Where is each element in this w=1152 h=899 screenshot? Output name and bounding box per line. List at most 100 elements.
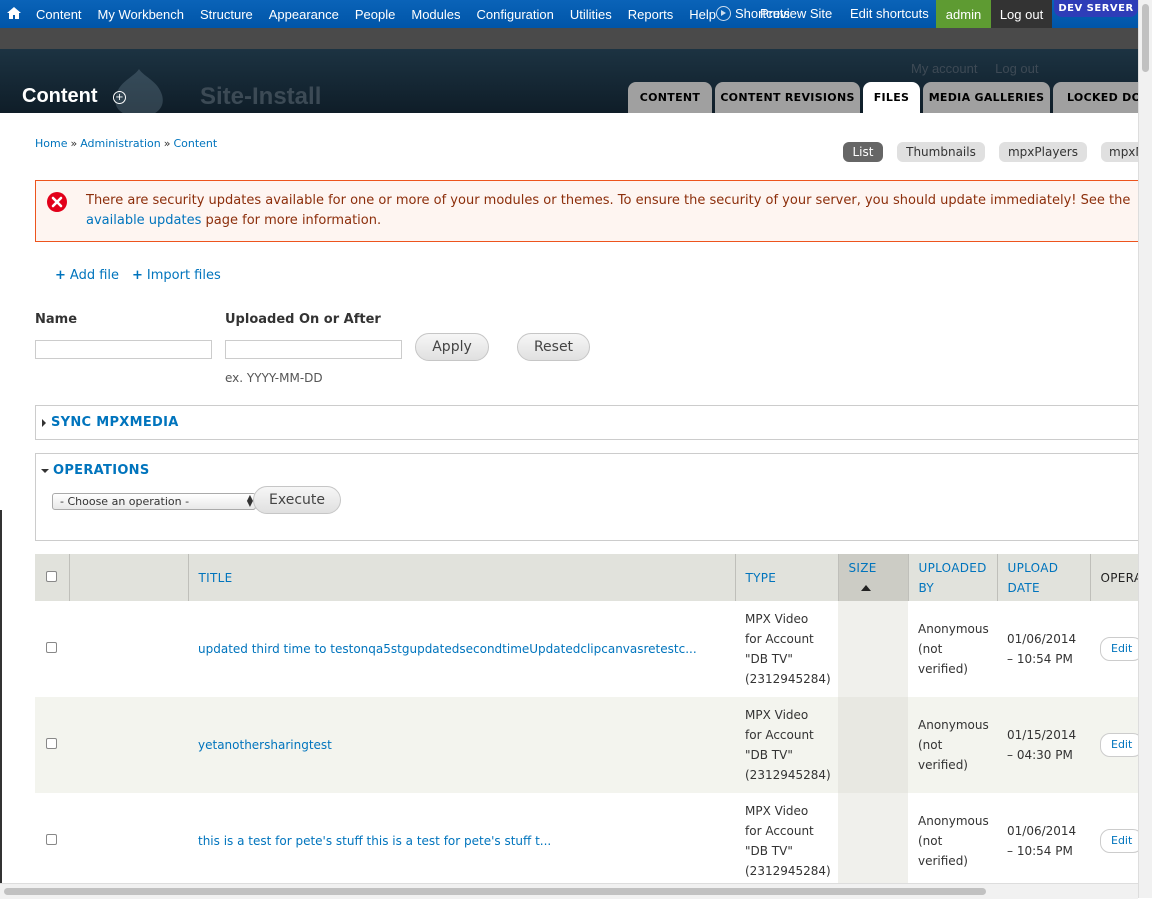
preview-site-link[interactable]: Preview Site [760, 6, 832, 21]
my-account-link[interactable]: My account [911, 61, 977, 76]
row-checkbox[interactable] [46, 834, 57, 845]
secondary-logout-link[interactable]: Log out [995, 61, 1038, 76]
type-header[interactable]: TYPE [734, 554, 838, 601]
date-filter-hint: ex. YYYY-MM-DD [225, 371, 323, 385]
file-title-link[interactable]: yetanothersharingtest [198, 738, 332, 752]
collapsed-arrow-icon [42, 418, 46, 427]
menu-item-modules[interactable]: Modules [411, 7, 460, 22]
edit-button[interactable]: Edit [1100, 733, 1138, 757]
horizontal-scrollbar[interactable] [0, 883, 1138, 899]
add-shortcut-icon[interactable]: + [113, 91, 126, 104]
upload-date-header[interactable]: UPLOAD DATE [996, 554, 1090, 601]
add-file-label: Add file [69, 268, 120, 283]
home-icon[interactable] [6, 5, 22, 21]
size-cell [838, 697, 908, 793]
name-filter-input[interactable] [35, 340, 212, 359]
user-account-link[interactable]: admin [936, 0, 991, 28]
view-tab-thumbnails[interactable]: Thumbnails [897, 142, 985, 162]
vertical-scrollbar[interactable] [1138, 0, 1152, 898]
upload-date-cell: 01/15/2014 – 04:30 PM [997, 697, 1090, 793]
uploaded-by-cell: Anonymous (not verified) [908, 793, 997, 883]
menu-item-reports[interactable]: Reports [628, 7, 674, 22]
title-cell: yetanothersharingtest [188, 697, 735, 793]
uploaded-by-header[interactable]: UPLOADED BY [907, 554, 997, 601]
table-row: updated third time to testonqa5stgupdate… [35, 601, 1138, 697]
menu-item-people[interactable]: People [355, 7, 395, 22]
size-cell [838, 793, 908, 883]
tab-content-revisions[interactable]: CONTENT REVISIONS [715, 82, 860, 113]
select-all-checkbox[interactable] [46, 570, 57, 582]
breadcrumb-content[interactable]: Content [173, 137, 217, 150]
type-cell: MPX Video for Account "DB TV" (231294528… [735, 697, 838, 793]
uploaded-by-cell: Anonymous (not verified) [908, 697, 997, 793]
shortcuts-toggle-icon[interactable] [716, 6, 731, 21]
title-cell: updated third time to testonqa5stgupdate… [188, 601, 735, 697]
page-title: Content [22, 85, 98, 107]
operations-cell: Edit [1090, 697, 1138, 793]
row-checkbox[interactable] [46, 642, 57, 653]
execute-button[interactable]: Execute [253, 486, 341, 514]
view-tab-mpxplayers[interactable]: mpxPlayers [999, 142, 1087, 162]
menu-item-appearance[interactable]: Appearance [269, 7, 339, 22]
file-title-link[interactable]: this is a test for pete's stuff this is … [198, 834, 551, 848]
size-cell [838, 601, 908, 697]
menu-item-structure[interactable]: Structure [200, 7, 253, 22]
edit-shortcuts-link[interactable]: Edit shortcuts [850, 6, 929, 21]
date-filter-input[interactable] [225, 340, 402, 359]
uploaded-by-cell: Anonymous (not verified) [908, 601, 997, 697]
operation-select-value: - Choose an operation - [60, 495, 190, 508]
tab-content[interactable]: CONTENT [628, 82, 712, 113]
apply-button[interactable]: Apply [415, 333, 489, 361]
plus-icon: + [55, 268, 66, 283]
menu-item-utilities[interactable]: Utilities [570, 7, 612, 22]
available-updates-link[interactable]: available updates [86, 213, 201, 228]
title-cell: this is a test for pete's stuff this is … [188, 793, 735, 883]
sync-mpxmedia-label: SYNC MPXMEDIA [51, 415, 179, 430]
size-header-label: SIZE [848, 560, 877, 575]
menu-item-configuration[interactable]: Configuration [477, 7, 554, 22]
view-tab-mpxmedia[interactable]: mpxMedia [1101, 142, 1138, 162]
table-row: yetanothersharingtest MPX Video for Acco… [35, 697, 1138, 793]
tab-locked-documents[interactable]: LOCKED DOCUMENTS [1053, 82, 1138, 113]
reset-button[interactable]: Reset [517, 333, 590, 361]
tab-files[interactable]: FILES [863, 82, 920, 113]
menu-item-help[interactable]: Help [689, 7, 716, 22]
row-select-cell [35, 793, 69, 883]
file-title-link[interactable]: updated third time to testonqa5stgupdate… [198, 642, 697, 656]
breadcrumb-home[interactable]: Home [35, 137, 67, 150]
page-header: Content + Site-Install My account Log ou… [0, 49, 1138, 117]
upload-date-cell: 01/06/2014 – 10:54 PM [997, 601, 1090, 697]
operation-select[interactable]: - Choose an operation - ▲ ▼ [52, 493, 256, 510]
import-files-link[interactable]: + Import files [132, 268, 221, 283]
site-name[interactable]: Site-Install [200, 83, 321, 111]
alert-text: There are security updates available for… [86, 193, 1131, 208]
operations-fieldset: OPERATIONS - Choose an operation - ▲ ▼ Ex… [35, 453, 1138, 541]
admin-menu: Content My Workbench Structure Appearanc… [28, 0, 724, 28]
import-files-label: Import files [146, 268, 221, 283]
horizontal-scroll-thumb[interactable] [4, 888, 986, 895]
row-checkbox[interactable] [46, 738, 57, 749]
title-header[interactable]: TITLE [187, 554, 735, 601]
tab-media-galleries[interactable]: MEDIA GALLERIES [923, 82, 1050, 113]
size-header[interactable]: SIZE [837, 554, 908, 601]
vertical-scroll-thumb[interactable] [1142, 4, 1149, 72]
breadcrumb-administration[interactable]: Administration [80, 137, 161, 150]
left-edge [0, 510, 2, 883]
select-all-cell [35, 554, 69, 601]
edit-button[interactable]: Edit [1100, 637, 1138, 661]
operations-toggle[interactable]: OPERATIONS [41, 463, 150, 478]
edit-button[interactable]: Edit [1100, 829, 1138, 853]
operations-label: OPERATIONS [53, 463, 150, 478]
row-select-cell [35, 697, 69, 793]
menu-item-content[interactable]: Content [36, 7, 82, 22]
type-cell: MPX Video for Account "DB TV" (231294528… [735, 793, 838, 883]
sync-mpxmedia-toggle[interactable]: SYNC MPXMEDIA [42, 415, 179, 430]
sort-ascending-icon [860, 585, 871, 591]
logout-link[interactable]: Log out [991, 0, 1052, 28]
view-tab-list[interactable]: List [843, 142, 883, 162]
expanded-arrow-icon [41, 468, 49, 473]
menu-item-my-workbench[interactable]: My Workbench [98, 7, 184, 22]
alert-message: There are security updates available for… [86, 191, 1138, 231]
add-file-link[interactable]: + Add file [55, 268, 119, 283]
operations-cell: Edit [1090, 601, 1138, 697]
